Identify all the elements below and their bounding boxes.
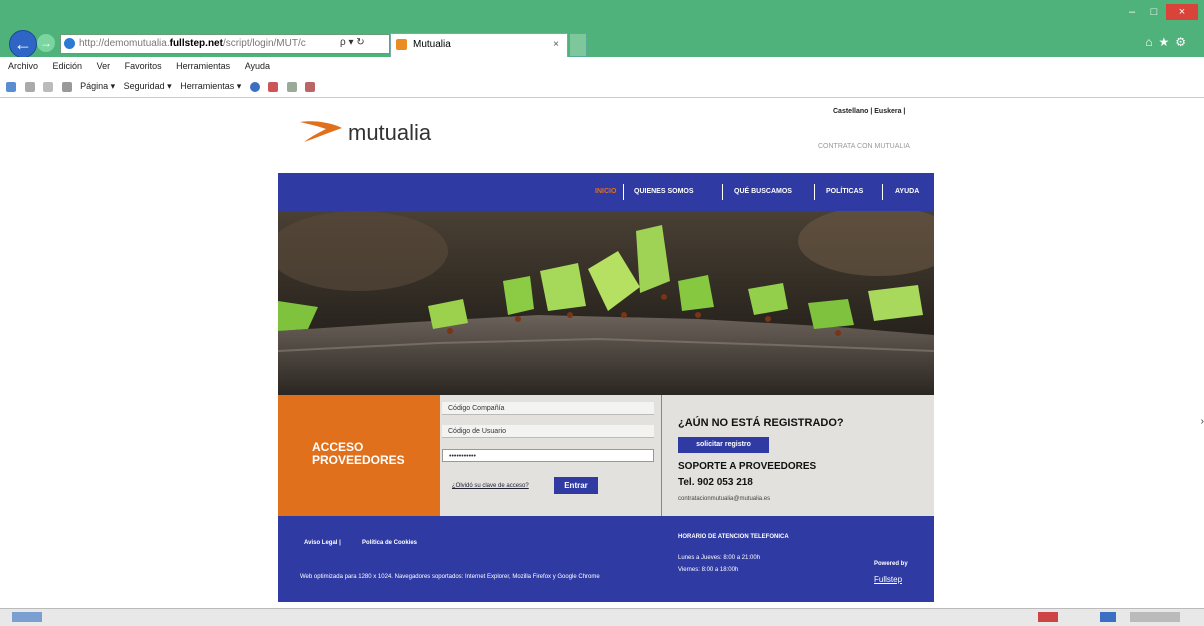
address-prefix: http://demomutualia. — [79, 38, 170, 49]
favicon-icon — [396, 39, 407, 50]
support-phone: Tel. 902 053 218 — [678, 477, 753, 488]
optimized-note: Web optimizada para 1280 x 1024. Navegad… — [300, 574, 600, 580]
menu-herramientas[interactable]: Herramientas — [176, 61, 230, 71]
close-window-button[interactable]: × — [1166, 4, 1198, 20]
horario-weekdays: Lunes a Jueves: 8:00 a 21:00h — [678, 555, 761, 561]
page-content: mutualia Castellano | Euskera | CONTRATA… — [0, 98, 1204, 608]
nav-quienes-somos[interactable]: QUIENES SOMOS — [634, 188, 694, 195]
menu-ayuda[interactable]: Ayuda — [245, 61, 270, 71]
forgot-password-link[interactable]: ¿Olvidó su clave de acceso? — [452, 483, 529, 489]
menu-edicion[interactable]: Edición — [53, 61, 83, 71]
nav-divider — [722, 184, 723, 200]
nav-inicio[interactable]: INICIO — [595, 188, 616, 195]
main-nav: INICIO QUIENES SOMOS QUÉ BUSCAMOS POLÍTI… — [278, 173, 934, 211]
arrow-right-icon: → — [40, 36, 52, 50]
logo-text: mutualia — [348, 120, 432, 145]
cookies-link[interactable]: Política de Cookies — [362, 540, 417, 546]
password-input[interactable]: ••••••••••• — [442, 449, 654, 462]
mutualia-logo-icon — [300, 121, 342, 142]
acceso-proveedores-panel: ACCESO PROVEEDORES — [278, 395, 440, 516]
login-divider — [661, 395, 662, 516]
tab-mutualia[interactable]: Mutualia × — [390, 33, 568, 57]
address-tools[interactable]: ρ ▾ ↻ — [340, 37, 365, 48]
command-bar: Página ▾ Seguridad ▾ Herramientas ▾ — [0, 75, 1204, 98]
maximize-button[interactable]: □ — [1144, 4, 1164, 20]
menu-archivo[interactable]: Archivo — [8, 61, 38, 71]
nav-ayuda[interactable]: AYUDA — [895, 188, 919, 195]
address-domain: fullstep.net — [169, 38, 223, 49]
back-button[interactable]: ← — [9, 30, 37, 58]
menu-ver[interactable]: Ver — [97, 61, 111, 71]
cmd-pagina[interactable]: Página ▾ — [80, 81, 115, 91]
browser-chrome: – □ × ← → http://demomutualia.fullstep.n… — [0, 0, 1204, 58]
help-icon[interactable] — [249, 81, 260, 92]
settings-icon[interactable] — [286, 81, 297, 92]
minimize-button[interactable]: – — [1122, 4, 1142, 20]
arrow-left-icon: ← — [14, 34, 32, 54]
feeds-icon[interactable] — [24, 81, 35, 92]
cmd-herramientas[interactable]: Herramientas ▾ — [180, 81, 241, 91]
taskbar-item-icon[interactable] — [12, 612, 42, 622]
hero-image — [278, 211, 934, 395]
site-footer: Aviso Legal | Política de Cookies Web op… — [278, 516, 934, 602]
support-title: SOPORTE A PROVEEDORES — [678, 461, 817, 472]
ie-page-icon — [64, 38, 75, 49]
solicitar-registro-button[interactable]: solicitar registro — [678, 437, 769, 453]
new-tab-button[interactable] — [569, 33, 587, 57]
nav-divider — [623, 184, 624, 200]
fullstep-link[interactable]: Fullstep — [874, 575, 902, 584]
cmd-seguridad[interactable]: Seguridad ▾ — [124, 81, 172, 91]
menu-favoritos[interactable]: Favoritos — [125, 61, 162, 71]
translate-icon[interactable] — [305, 81, 316, 92]
taskbar-red-icon[interactable] — [1038, 612, 1058, 622]
leafcutter-ants-photo — [278, 211, 934, 395]
nav-divider — [882, 184, 883, 200]
nav-que-buscamos[interactable]: QUÉ BUSCAMOS — [734, 188, 792, 195]
forward-button[interactable]: → — [37, 34, 55, 52]
menu-bar: Archivo Edición Ver Favoritos Herramient… — [0, 57, 1204, 75]
research-icon[interactable] — [268, 81, 279, 92]
company-code-input[interactable]: Código Compañía — [442, 402, 654, 415]
user-code-input[interactable]: Código de Usuario — [442, 425, 654, 438]
home-favorites-tools-icons[interactable]: ⌂★⚙ — [1145, 35, 1192, 49]
tab-title: Mutualia — [413, 39, 451, 50]
taskbar-tray[interactable] — [1130, 612, 1180, 622]
mail-icon[interactable] — [43, 81, 54, 92]
aviso-legal-link[interactable]: Aviso Legal | — [304, 540, 341, 546]
scroll-indicator: › — [1200, 416, 1204, 427]
print-icon[interactable] — [61, 81, 72, 92]
taskbar-blue-icon[interactable] — [1100, 612, 1116, 622]
close-tab-icon[interactable]: × — [553, 34, 559, 56]
horario-title: HORARIO DE ATENCION TELEFONICA — [678, 534, 789, 540]
contrata-link[interactable]: CONTRATA CON MUTUALIA — [818, 143, 910, 150]
status-bar — [0, 608, 1204, 626]
powered-by: Powered by — [874, 561, 908, 567]
home-icon[interactable] — [6, 81, 16, 92]
acceso-title: ACCESO PROVEEDORES — [312, 441, 405, 467]
acceso-title-line2: PROVEEDORES — [312, 453, 405, 467]
horario-friday: Viernes: 8:00 a 18:00h — [678, 567, 739, 573]
address-path: /script/login/MUT/c — [222, 38, 306, 49]
nav-divider — [814, 184, 815, 200]
nav-politicas[interactable]: POLÍTICAS — [826, 188, 863, 195]
language-selector[interactable]: Castellano | Euskera | — [833, 108, 905, 115]
entrar-button[interactable]: Entrar — [554, 477, 598, 494]
login-section: ACCESO PROVEEDORES Código Compañía Códig… — [278, 395, 934, 516]
support-email-link[interactable]: contratacionmutualia@mutualia.es — [678, 496, 770, 502]
register-title: ¿AÚN NO ESTÁ REGISTRADO? — [678, 417, 844, 429]
